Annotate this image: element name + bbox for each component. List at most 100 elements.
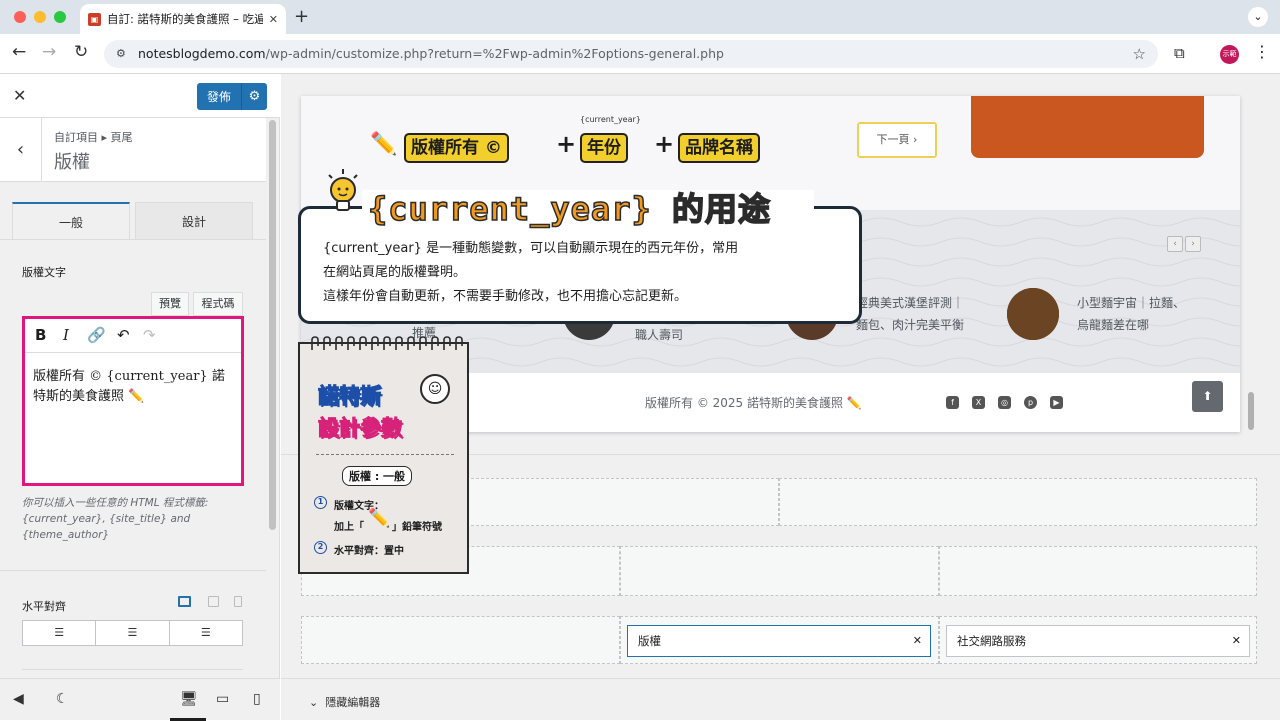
sidebar-scroll-thumb[interactable] [269, 120, 276, 530]
section-title: 版權 [54, 152, 90, 173]
align-left-icon[interactable]: ☰ [23, 621, 97, 645]
align-center-icon[interactable]: ☰ [96, 621, 170, 645]
redo-icon[interactable]: ↷ [143, 326, 156, 344]
preview-mobile-icon[interactable]: ▯ [253, 691, 261, 707]
note-item-title: 水平對齊：置中 [334, 546, 404, 557]
bubble-line: 在網站頁尾的版權聲明。 [323, 265, 467, 280]
chip-label: 版權 [638, 634, 661, 648]
browser-tab-bar: ▣ 自訂: 諾特斯的美食護照 – 吃遍 ✕ + ⌄ [0, 0, 1280, 34]
extensions-icon[interactable]: ⧉ [1174, 44, 1185, 62]
back-to-top-button[interactable]: ⬆ [1192, 381, 1223, 412]
publish-settings-gear-icon[interactable]: ⚙ [241, 83, 267, 110]
preview-tablet-icon[interactable]: ▭ [216, 691, 229, 707]
remove-chip-icon[interactable]: ✕ [1232, 626, 1241, 656]
hide-editor-toggle[interactable]: ⌄ 隱藏編輯器 [309, 694, 380, 710]
divider [22, 669, 243, 670]
minimize-window-button[interactable] [34, 11, 46, 23]
copyright-editor[interactable]: B I 🔗 ↶ ↷ 版權所有 © {current_year} 諾特斯的美食護照… [22, 316, 244, 486]
instagram-icon[interactable]: ◎ [998, 396, 1011, 409]
align-control: ☰ ☰ ☰ [22, 620, 243, 646]
builder-slot[interactable] [779, 478, 1257, 526]
facebook-icon[interactable]: f [946, 396, 959, 409]
tab-visual-preview[interactable]: 預覽 [151, 292, 189, 316]
italic-icon[interactable]: I [63, 326, 69, 344]
preview-scrollbar[interactable] [1248, 392, 1254, 430]
featured-card[interactable] [971, 96, 1204, 158]
tab-design[interactable]: 設計 [135, 202, 253, 240]
step-1-icon: 1 [314, 496, 327, 509]
undo-icon[interactable]: ↶ [117, 326, 130, 344]
bookmark-star-icon[interactable]: ☆ [1133, 40, 1146, 68]
preview-desktop-icon[interactable]: 🖥 [180, 691, 198, 707]
remove-chip-icon[interactable]: ✕ [913, 626, 922, 656]
footer-copyright[interactable]: 版權所有 © 2025 諾特斯的美食護照 ✏️ [645, 394, 862, 411]
note-heading-params: 設計參數 [318, 416, 403, 441]
link-icon[interactable]: 🔗 [87, 326, 106, 344]
x-icon[interactable]: X [972, 396, 985, 409]
pencil-icon: ✏️ [368, 508, 391, 529]
carousel-next-icon[interactable]: › [1185, 236, 1201, 252]
close-window-button[interactable] [14, 11, 26, 23]
tab-code[interactable]: 程式碼 [193, 292, 243, 316]
design-parameter-note: 諾特斯 ☺ 設計參數 版權 : 一般 1 版權文字： 加上「 ✏️ 」鉛筆符號 … [298, 336, 469, 574]
divider [0, 239, 266, 240]
tab-close-icon[interactable]: ✕ [269, 13, 278, 26]
post-thumbnail[interactable] [1007, 288, 1059, 340]
desktop-device-icon[interactable] [178, 596, 191, 607]
next-page-button[interactable]: 下一頁 › [857, 122, 937, 158]
settings-tabs: 一般 設計 [12, 202, 254, 240]
help-text: 你可以插入一些任意的 HTML 程式標籤: {current_year}, {s… [22, 497, 209, 541]
pinterest-icon[interactable]: p [1024, 396, 1037, 409]
address-bar[interactable]: ⚙ notesblogdemo.com/wp-admin/customize.p… [104, 40, 1158, 68]
post-title[interactable]: 烏龍麵差在哪 [1077, 314, 1149, 336]
bold-icon[interactable]: B [35, 326, 46, 344]
forward-arrow-icon[interactable]: → [42, 42, 56, 62]
zoom-window-button[interactable] [54, 11, 66, 23]
reload-icon[interactable]: ↻ [74, 42, 88, 62]
post-title[interactable]: 麵包、肉汁完美平衡 [856, 314, 964, 336]
carousel-prev-icon[interactable]: ‹ [1167, 236, 1183, 252]
tablet-device-icon[interactable] [208, 596, 219, 607]
close-customizer-icon[interactable]: ✕ [13, 86, 26, 105]
mascot-icon: ☺ [420, 374, 450, 404]
new-tab-icon[interactable]: + [294, 6, 309, 27]
collapse-sidebar-icon[interactable]: ◀ [13, 691, 24, 707]
post-title[interactable]: 小型麵宇宙｜拉麵、 [1077, 292, 1185, 314]
favicon-icon: ▣ [88, 12, 101, 26]
tab-title: 自訂: 諾特斯的美食護照 – 吃遍 [107, 12, 263, 26]
back-chevron-icon[interactable]: ‹ [0, 118, 42, 182]
back-arrow-icon[interactable]: ← [12, 42, 26, 62]
publish-label[interactable]: 發佈 [197, 88, 241, 105]
youtube-icon[interactable]: ▶ [1050, 396, 1063, 409]
hide-editor-label[interactable]: 隱藏編輯器 [325, 696, 380, 709]
copyright-text-label: 版權文字 [22, 266, 66, 279]
bubble-title-code: {current_year} [367, 189, 652, 229]
copyright-component-chip[interactable]: 版權 ✕ [627, 625, 931, 657]
builder-slot[interactable] [301, 616, 620, 664]
editor-content[interactable]: 版權所有 © {current_year} 諾特斯的美食護照 ✏️ [33, 367, 237, 407]
browser-tab[interactable]: ▣ 自訂: 諾特斯的美食護照 – 吃遍 ✕ [80, 4, 286, 34]
spiral-binding-icon [311, 336, 463, 350]
step-2-icon: 2 [314, 541, 327, 554]
site-settings-icon[interactable]: ⚙ [116, 40, 126, 68]
post-title[interactable]: 職人壽司 [635, 324, 683, 346]
bubble-title: {current_year} 的用途 [367, 184, 771, 230]
builder-slot[interactable] [620, 546, 939, 596]
formula-badge-year: 年份 [580, 133, 628, 163]
profile-avatar[interactable]: 示範 [1220, 45, 1239, 64]
builder-slot[interactable] [939, 546, 1257, 596]
mobile-device-icon[interactable] [234, 596, 242, 607]
browser-menu-icon[interactable]: ⋮ [1254, 42, 1270, 61]
align-right-icon[interactable]: ☰ [170, 621, 242, 645]
note-item-text: 」鉛筆符號 [392, 522, 442, 533]
tab-search-chevron-icon[interactable]: ⌄ [1248, 7, 1268, 27]
tab-general[interactable]: 一般 [12, 202, 130, 240]
customizer-footer: ◀ ☾ 🖥 ▭ ▯ [0, 678, 280, 721]
formula-small-label: {current_year} [580, 115, 641, 124]
publish-button[interactable]: 發佈 ⚙ [197, 83, 267, 110]
social-component-chip[interactable]: 社交網路服務 ✕ [946, 625, 1250, 657]
browser-toolbar: ← → ↻ ⚙ notesblogdemo.com/wp-admin/custo… [0, 34, 1280, 74]
post-title[interactable]: 經典美式漢堡評測｜ [856, 292, 964, 314]
dark-mode-moon-icon[interactable]: ☾ [56, 691, 69, 707]
formula-badge-brand: 品牌名稱 [678, 133, 760, 163]
